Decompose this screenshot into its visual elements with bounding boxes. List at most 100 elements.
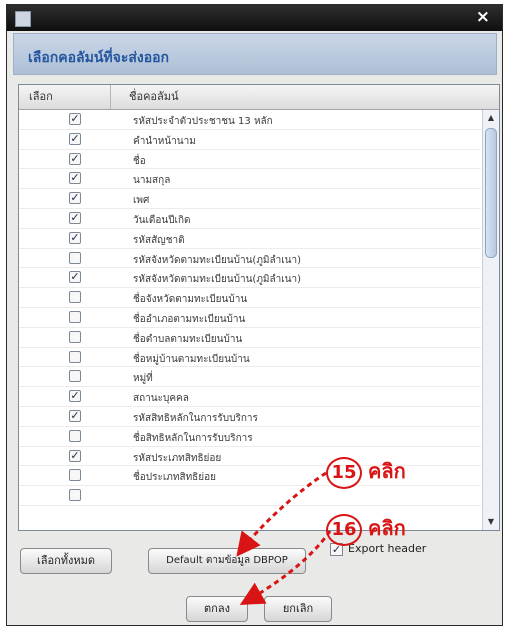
checkbox-cell: [19, 466, 111, 485]
column-checkbox[interactable]: [69, 330, 81, 343]
column-checkbox[interactable]: [69, 251, 81, 264]
column-name-label: ชื่อหมู่บ้านตามทะเบียนบ้าน: [133, 353, 250, 365]
table-row[interactable]: ✓ คำนำหน้านาม: [19, 130, 481, 150]
app-window-icon: [15, 11, 31, 27]
checkbox-cell: ✓: [19, 407, 111, 426]
checkbox-cell: ✓: [19, 209, 111, 228]
table-row[interactable]: ชื่อสิทธิหลักในการรับบริการ: [19, 427, 481, 447]
column-checkbox[interactable]: ✓: [69, 409, 81, 422]
table-row[interactable]: [19, 486, 481, 506]
ok-button[interactable]: ตกลง: [186, 596, 248, 622]
column-checkbox[interactable]: ✓: [69, 231, 81, 244]
column-name-label: รหัสจังหวัดตามทะเบียนบ้าน(ภูมิลำเนา): [133, 274, 302, 286]
table-row[interactable]: ✓ รหัสสัญชาติ: [19, 229, 481, 249]
column-checkbox[interactable]: [69, 429, 81, 442]
column-checkbox[interactable]: ✓: [69, 211, 81, 224]
table-header: เลือก ชื่อคอลัมน์: [19, 85, 499, 110]
columns-table: เลือก ชื่อคอลัมน์ ✓ รหัสประจำตัวประชาชน 1…: [18, 84, 500, 531]
column-name-label: สถานะบุคคล: [133, 393, 189, 405]
checkbox-cell: ✓: [19, 150, 111, 169]
step-15-annotation: 15 คลิก: [326, 455, 406, 489]
column-name-label: รหัสจังหวัดตามทะเบียนบ้าน(ภูมิลำเนา): [133, 254, 302, 266]
checkbox-cell: [19, 328, 111, 347]
table-row[interactable]: ชื่อหมู่บ้านตามทะเบียนบ้าน: [19, 348, 481, 368]
table-row[interactable]: ✓ เพศ: [19, 189, 481, 209]
checkbox-cell: [19, 367, 111, 386]
table-row[interactable]: ✓ รหัสจังหวัดตามทะเบียนบ้าน(ภูมิลำเนา): [19, 268, 481, 289]
table-row[interactable]: ชื่ออำเภอตามทะเบียนบ้าน: [19, 308, 481, 328]
cancel-button[interactable]: ยกเลิก: [264, 596, 332, 622]
column-checkbox[interactable]: [69, 350, 81, 363]
table-row[interactable]: ชื่อตำบลตามทะเบียนบ้าน: [19, 328, 481, 348]
column-name-label: หมู่ที่: [133, 373, 153, 385]
column-name-label: คำนำหน้านาม: [133, 135, 196, 147]
vertical-scrollbar[interactable]: ▲ ▼: [482, 110, 499, 530]
checkbox-cell: ✓: [19, 229, 111, 248]
checkbox-cell: ✓: [19, 169, 111, 188]
scrollbar-thumb[interactable]: [485, 128, 497, 258]
checkbox-cell: [19, 288, 111, 307]
table-row[interactable]: ชื่อจังหวัดตามทะเบียนบ้าน: [19, 288, 481, 308]
checkbox-cell: [19, 348, 111, 367]
column-name-label: ชื่อประเภทสิทธิย่อย: [133, 472, 217, 484]
triangle-down-icon[interactable]: ▼: [485, 516, 497, 528]
step-16-annotation: 16 คลิก: [326, 512, 406, 546]
column-header-select[interactable]: เลือก: [19, 85, 111, 109]
title-bar: ×: [7, 5, 502, 31]
column-checkbox[interactable]: ✓: [69, 113, 81, 125]
column-checkbox[interactable]: [69, 310, 81, 323]
column-name-label: ชื่อตำบลตามทะเบียนบ้าน: [133, 333, 243, 345]
column-name-label: รหัสสิทธิหลักในการรับบริการ: [133, 412, 258, 424]
column-checkbox[interactable]: ✓: [69, 390, 81, 403]
checkbox-cell: [19, 427, 111, 446]
triangle-up-icon[interactable]: ▲: [485, 112, 497, 124]
table-row[interactable]: ✓ นามสกุล: [19, 169, 481, 190]
table-row[interactable]: ✓ รหัสประเภทสิทธิย่อย: [19, 447, 481, 467]
column-checkbox[interactable]: ✓: [69, 271, 81, 284]
table-row[interactable]: ✓ รหัสสิทธิหลักในการรับบริการ: [19, 407, 481, 427]
checkbox-cell: [19, 308, 111, 327]
close-icon[interactable]: ×: [476, 7, 490, 27]
column-checkbox[interactable]: [69, 291, 81, 304]
table-rows: ✓ รหัสประจำตัวประชาชน 13 หลัก ✓ คำนำหน้านาม…: [19, 110, 481, 506]
table-row[interactable]: ชื่อประเภทสิทธิย่อย: [19, 466, 481, 487]
column-checkbox[interactable]: ✓: [69, 152, 81, 165]
table-row[interactable]: รหัสจังหวัดตามทะเบียนบ้าน(ภูมิลำเนา): [19, 249, 481, 269]
column-checkbox[interactable]: ✓: [69, 172, 81, 185]
column-name-label: ชื่อจังหวัดตามทะเบียนบ้าน: [133, 294, 248, 306]
step-15-text: คลิก: [368, 459, 406, 483]
step-15-number: 15: [326, 457, 362, 489]
dialog-header: เลือกคอลัมน์ที่จะส่งออก: [13, 33, 497, 75]
column-checkbox[interactable]: ✓: [69, 192, 81, 205]
checkbox-cell: ✓: [19, 189, 111, 208]
column-checkbox[interactable]: [69, 489, 81, 502]
column-name-label: รหัสสัญชาติ: [133, 234, 185, 246]
select-all-button[interactable]: เลือกทั้งหมด: [20, 548, 112, 574]
column-name-label: ชื่ออำเภอตามทะเบียนบ้าน: [133, 313, 246, 325]
column-checkbox[interactable]: ✓: [69, 449, 81, 462]
dialog-header-title: เลือกคอลัมน์ที่จะส่งออก: [28, 50, 170, 66]
column-name-label: รหัสประเภทสิทธิย่อย: [133, 452, 222, 464]
checkbox-cell: ✓: [19, 130, 111, 149]
column-name-label: ชื่อ: [133, 155, 146, 167]
column-name-label: ชื่อสิทธิหลักในการรับบริการ: [133, 432, 253, 444]
step-16-number: 16: [326, 514, 362, 546]
column-header-name[interactable]: ชื่อคอลัมน์: [111, 85, 483, 109]
table-row[interactable]: ✓ รหัสประจำตัวประชาชน 13 หลัก: [19, 110, 481, 130]
checkbox-cell: ✓: [19, 268, 111, 287]
column-name-label: เพศ: [133, 195, 150, 207]
column-name-label: นามสกุล: [133, 175, 171, 187]
column-checkbox[interactable]: [69, 469, 81, 482]
table-row[interactable]: ✓ สถานะบุคคล: [19, 387, 481, 407]
table-row[interactable]: หมู่ที่: [19, 367, 481, 388]
default-dbpop-button[interactable]: Default ตามข้อมูล DBPOP: [148, 548, 306, 574]
step-16-text: คลิก: [368, 516, 406, 540]
checkbox-cell: [19, 249, 111, 268]
table-row[interactable]: ✓ วันเดือนปีเกิด: [19, 209, 481, 229]
column-name-label: รหัสประจำตัวประชาชน 13 หลัก: [133, 116, 273, 127]
checkbox-cell: ✓: [19, 110, 111, 129]
table-row[interactable]: ✓ ชื่อ: [19, 150, 481, 170]
column-checkbox[interactable]: [69, 370, 81, 383]
column-checkbox[interactable]: ✓: [69, 132, 81, 145]
checkbox-cell: ✓: [19, 447, 111, 466]
